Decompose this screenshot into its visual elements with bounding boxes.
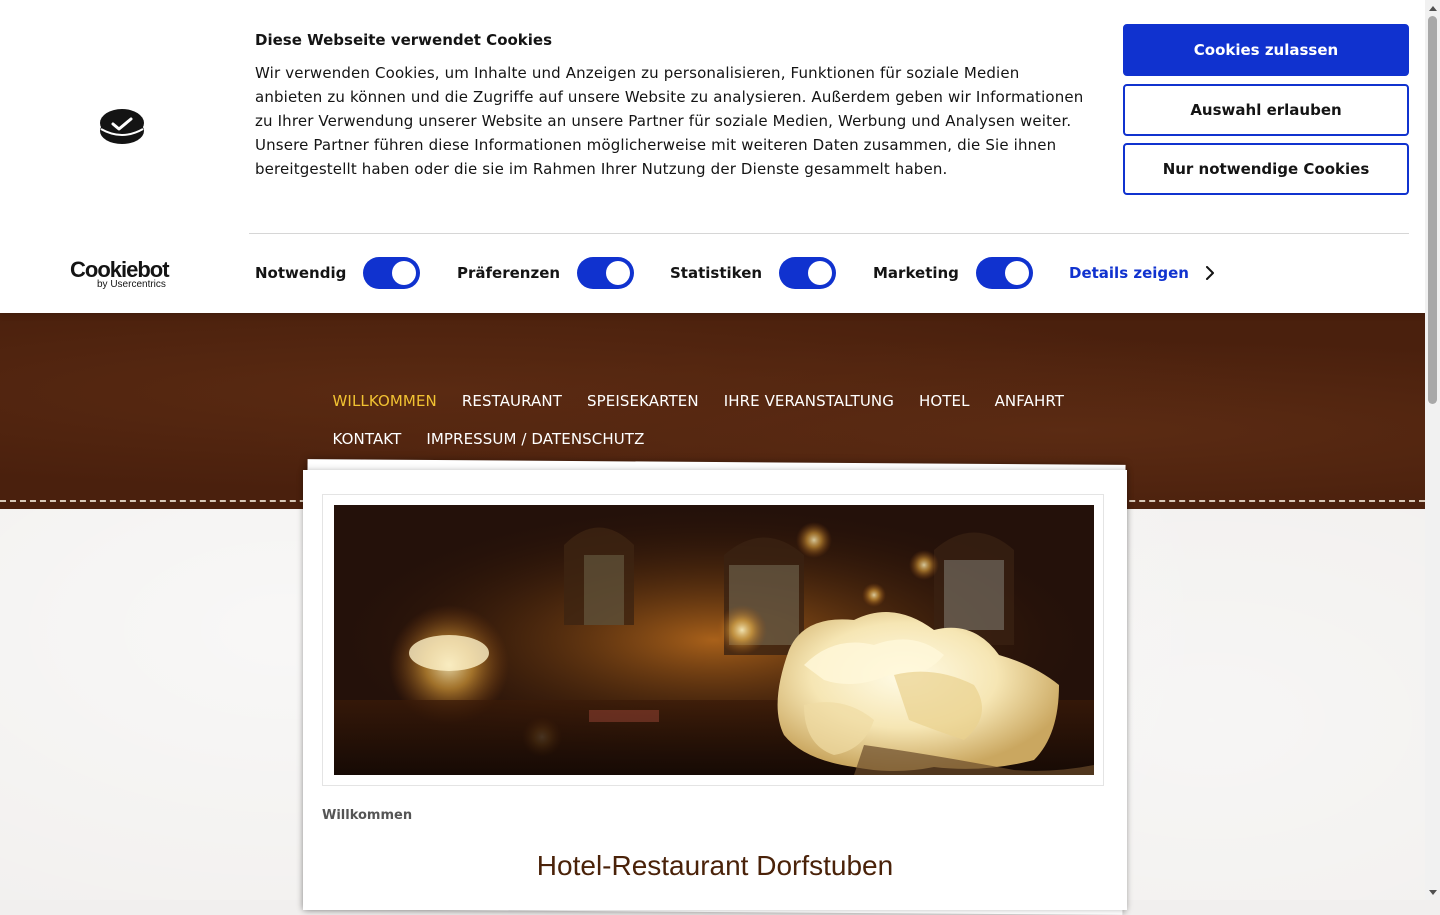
cookiebot-logo-icon <box>100 109 144 144</box>
toggle-group-notwendig: Notwendig <box>255 256 421 290</box>
toggle-label-marketing: Marketing <box>873 264 959 282</box>
scrollbar-thumb[interactable] <box>1428 16 1437 404</box>
nav-item-willkommen[interactable]: WILLKOMMEN <box>320 382 449 420</box>
details-show-label: Details zeigen <box>1069 264 1189 282</box>
cookiebot-brand-sub: by Usercentrics <box>97 279 166 290</box>
nav-item-anfahrt[interactable]: ANFAHRT <box>982 382 1076 420</box>
toggle-group-statistiken: Statistiken <box>670 256 837 290</box>
main-navigation: WILLKOMMEN RESTAURANT SPEISEKARTEN IHRE … <box>320 382 1100 458</box>
toggle-label-notwendig: Notwendig <box>255 264 347 282</box>
allow-selection-button[interactable]: Auswahl erlauben <box>1123 84 1409 136</box>
scroll-up-arrow-icon[interactable] <box>1425 0 1440 15</box>
toggle-marketing[interactable] <box>975 257 1033 289</box>
toggle-knob <box>1004 261 1029 285</box>
toggle-group-marketing: Marketing <box>873 256 1033 290</box>
cookie-banner-title: Diese Webseite verwendet Cookies <box>255 31 553 49</box>
toggle-statistiken[interactable] <box>779 257 837 289</box>
nav-item-kontakt[interactable]: KONTAKT <box>320 420 414 458</box>
cookie-banner-divider <box>249 233 1409 234</box>
details-show-link[interactable]: Details zeigen <box>1069 263 1215 283</box>
nav-item-hotel[interactable]: HOTEL <box>906 382 982 420</box>
toggle-knob <box>808 261 833 285</box>
allow-all-cookies-button[interactable]: Cookies zulassen <box>1123 24 1409 76</box>
toggle-knob <box>392 261 417 285</box>
toggle-label-statistiken: Statistiken <box>670 264 763 282</box>
hero-image-restaurant-interior <box>334 505 1094 775</box>
page-scrollbar[interactable] <box>1425 0 1440 900</box>
toggle-label-praeferenzen: Präferenzen <box>457 264 561 282</box>
cookie-consent-banner: Diese Webseite verwendet Cookies Wir ver… <box>0 0 1425 313</box>
toggle-group-praeferenzen: Präferenzen <box>457 256 635 290</box>
toggle-praeferenzen[interactable] <box>577 257 635 289</box>
page-title: Hotel-Restaurant Dorfstuben <box>536 850 894 881</box>
cookiebot-brand: Cookiebot by Usercentrics <box>70 258 180 292</box>
chevron-right-icon <box>1206 266 1214 280</box>
toggle-notwendig[interactable] <box>363 257 421 289</box>
necessary-only-button[interactable]: Nur notwendige Cookies <box>1123 143 1409 195</box>
nav-item-speisekarten[interactable]: SPEISEKARTEN <box>575 382 712 420</box>
scroll-down-arrow-icon[interactable] <box>1425 885 1440 900</box>
toggle-knob <box>606 261 631 285</box>
cookie-banner-text: Wir verwenden Cookies, um Inhalte und An… <box>255 64 1084 178</box>
nav-item-restaurant[interactable]: RESTAURANT <box>449 382 574 420</box>
nav-item-impressum-datenschutz[interactable]: IMPRESSUM / DATENSCHUTZ <box>414 420 657 458</box>
nav-item-ihre-veranstaltung[interactable]: IHRE VERANSTALTUNG <box>711 382 906 420</box>
breadcrumb: Willkommen <box>322 808 413 823</box>
